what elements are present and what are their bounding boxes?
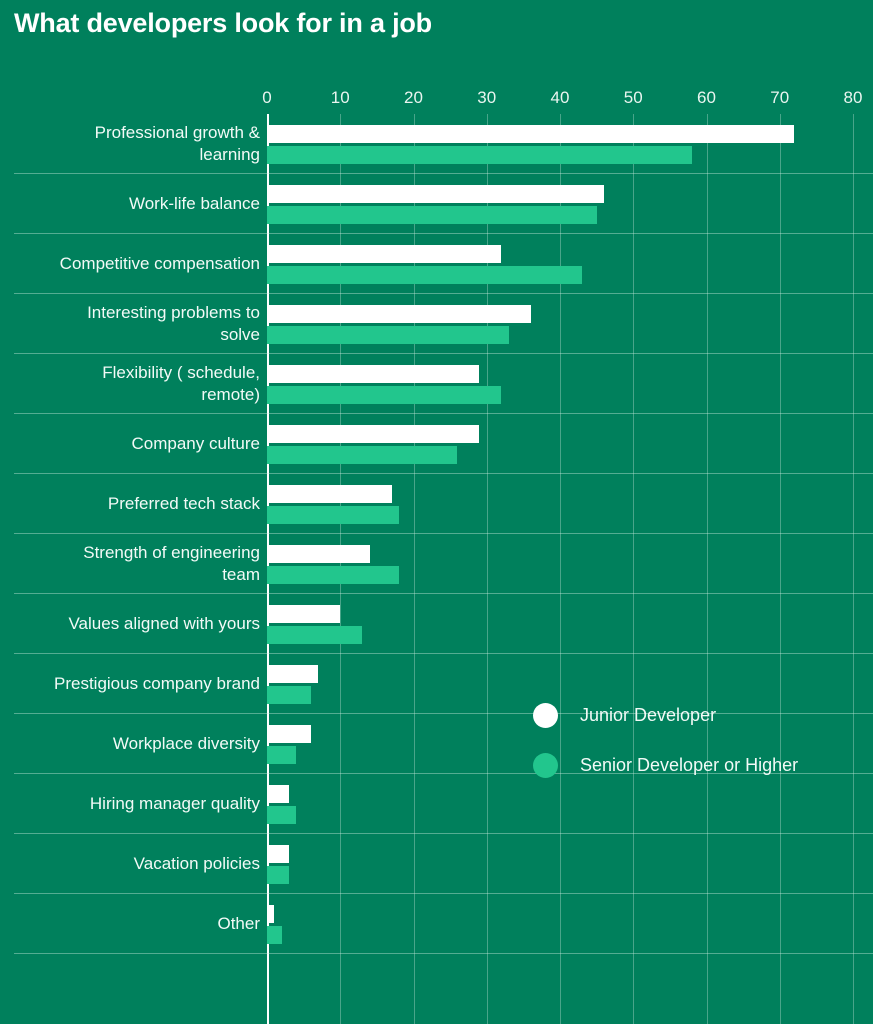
x-tick-label-80: 80 — [843, 88, 863, 107]
chart-row: Company culture — [0, 414, 873, 474]
x-tick-label-10: 10 — [330, 88, 350, 107]
bar-junior[interactable] — [267, 545, 370, 563]
chart-container: What developers look for in a job 0 10 20 3… — [0, 0, 873, 1024]
x-axis-tick-labels: 0 10 20 30 40 50 60 70 80 — [0, 88, 873, 114]
bar-senior[interactable] — [267, 926, 282, 944]
x-tick-label-70: 70 — [770, 88, 790, 107]
row-bars — [0, 834, 873, 894]
plot-area: 0 10 20 30 40 50 60 70 80 Professional growth & … — [0, 88, 873, 1024]
chart-row: Strength of engineering team — [0, 534, 873, 594]
bar-senior[interactable] — [267, 266, 582, 284]
chart-row: Values aligned with yours — [0, 594, 873, 654]
row-bars — [0, 414, 873, 474]
row-separator — [14, 953, 873, 954]
bar-senior[interactable] — [267, 686, 311, 704]
row-bars — [0, 294, 873, 354]
legend-item-junior[interactable]: Junior Developer — [533, 690, 798, 740]
bar-junior[interactable] — [267, 905, 275, 923]
page-title: What developers look for in a job — [14, 8, 432, 38]
bar-senior[interactable] — [267, 746, 297, 764]
bar-senior[interactable] — [267, 446, 458, 464]
chart-row: Professional growth & learning — [0, 114, 873, 174]
bar-senior[interactable] — [267, 326, 509, 344]
legend-swatch-circle-icon — [533, 752, 558, 778]
bar-junior[interactable] — [267, 125, 795, 143]
row-bars — [0, 354, 873, 414]
chart-row: Flexibility ( schedule, remote) — [0, 354, 873, 414]
bar-junior[interactable] — [267, 305, 531, 323]
bar-senior[interactable] — [267, 566, 399, 584]
bar-junior[interactable] — [267, 725, 311, 743]
legend-item-senior[interactable]: Senior Developer or Higher — [533, 740, 798, 790]
bar-senior[interactable] — [267, 806, 297, 824]
bar-junior[interactable] — [267, 605, 341, 623]
legend-label: Senior Developer or Higher — [580, 754, 799, 775]
row-bars — [0, 234, 873, 294]
chart-row: Other — [0, 894, 873, 954]
bar-junior[interactable] — [267, 425, 480, 443]
row-bars — [0, 174, 873, 234]
chart-row: Work-life balance — [0, 174, 873, 234]
legend-label: Junior Developer — [580, 704, 717, 725]
chart-row: Interesting problems to solve — [0, 294, 873, 354]
row-bars — [0, 894, 873, 954]
bar-junior[interactable] — [267, 665, 319, 683]
chart-legend: Junior Developer Senior Developer or High… — [533, 690, 798, 790]
row-bars — [0, 594, 873, 654]
row-bars — [0, 534, 873, 594]
x-tick-label-20: 20 — [404, 88, 423, 107]
bar-junior[interactable] — [267, 245, 502, 263]
chart-row: Preferred tech stack — [0, 474, 873, 534]
bar-senior[interactable] — [267, 506, 399, 524]
bar-senior[interactable] — [267, 866, 289, 884]
x-tick-label-40: 40 — [550, 88, 570, 107]
row-bars — [0, 114, 873, 174]
bar-senior[interactable] — [267, 146, 692, 164]
x-tick-label-60: 60 — [697, 88, 716, 107]
chart-row: Competitive compensation — [0, 234, 873, 294]
bar-senior[interactable] — [267, 206, 597, 224]
row-bars — [0, 474, 873, 534]
legend-swatch-circle-icon — [533, 702, 558, 728]
bar-senior[interactable] — [267, 626, 363, 644]
x-tick-label-30: 30 — [477, 88, 497, 107]
bar-junior[interactable] — [267, 845, 289, 863]
x-tick-label-50: 50 — [623, 88, 643, 107]
bar-junior[interactable] — [267, 365, 480, 383]
chart-row: Vacation policies — [0, 834, 873, 894]
bar-junior[interactable] — [267, 185, 604, 203]
bar-junior[interactable] — [267, 485, 392, 503]
x-tick-label-0: 0 — [262, 88, 272, 107]
bar-rows: Professional growth & learning Work-life … — [0, 114, 873, 1024]
bar-junior[interactable] — [267, 785, 289, 803]
bar-senior[interactable] — [267, 386, 502, 404]
